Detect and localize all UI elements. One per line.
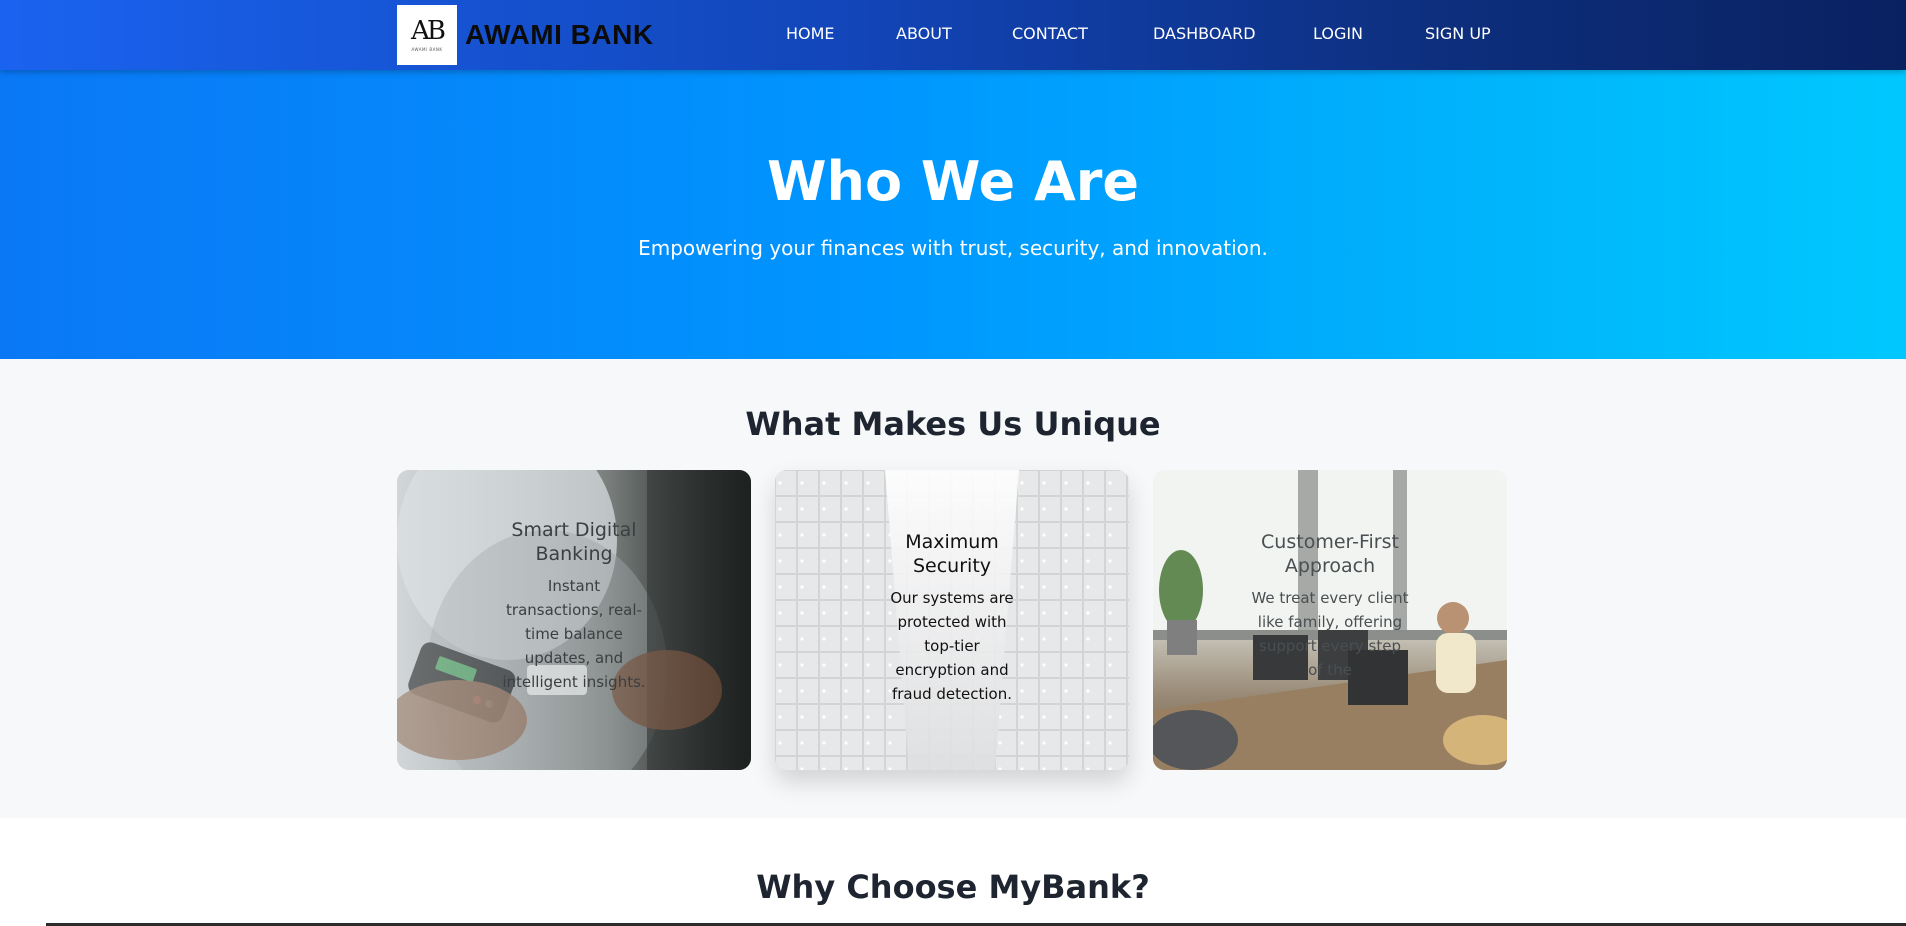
feature-card-security[interactable]: Maximum Security Our systems are protect… [775, 470, 1129, 770]
card-description: We treat every client like family, offer… [1251, 589, 1409, 679]
navbar: AB AWAMI BANK AWAMI BANK HOME ABOUT CONT… [0, 0, 1906, 70]
unique-section: What Makes Us Unique Smart Digital Banki… [0, 359, 1906, 818]
nav-signup-link[interactable]: SIGN UP [1425, 24, 1491, 43]
hero-title: Who We Are [766, 150, 1139, 213]
unique-section-title: What Makes Us Unique [745, 405, 1161, 443]
why-section: Why Choose MyBank? [0, 818, 1906, 926]
feature-card-customer-first[interactable]: Customer-First Approach We treat every c… [1153, 470, 1507, 770]
nav-dashboard-link[interactable]: DASHBOARD [1153, 24, 1256, 43]
card-title: Customer-First Approach [1261, 531, 1399, 577]
why-section-title: Why Choose MyBank? [756, 868, 1150, 906]
main-nav: HOME ABOUT CONTACT DASHBOARD LOGIN SIGN … [0, 0, 1906, 70]
card-text: Maximum Security Our systems are protect… [775, 470, 1129, 770]
card-description: Our systems are protected with top-tier … [890, 589, 1014, 703]
card-title: Smart Digital Banking [511, 519, 637, 565]
card-text: Smart Digital Banking Instant transactio… [397, 470, 751, 770]
nav-login-link[interactable]: LOGIN [1313, 24, 1363, 43]
hero-subtitle: Empowering your finances with trust, sec… [638, 236, 1268, 260]
card-text: Customer-First Approach We treat every c… [1153, 470, 1507, 770]
nav-home-link[interactable]: HOME [786, 24, 835, 43]
card-title: Maximum Security [905, 531, 999, 577]
card-description: Instant transactions, real-time balance … [502, 577, 646, 691]
nav-about-link[interactable]: ABOUT [896, 24, 952, 43]
hero-section: Who We Are Empowering your finances with… [0, 70, 1906, 359]
nav-contact-link[interactable]: CONTACT [1012, 24, 1088, 43]
feature-card-digital-banking[interactable]: Smart Digital Banking Instant transactio… [397, 470, 751, 770]
